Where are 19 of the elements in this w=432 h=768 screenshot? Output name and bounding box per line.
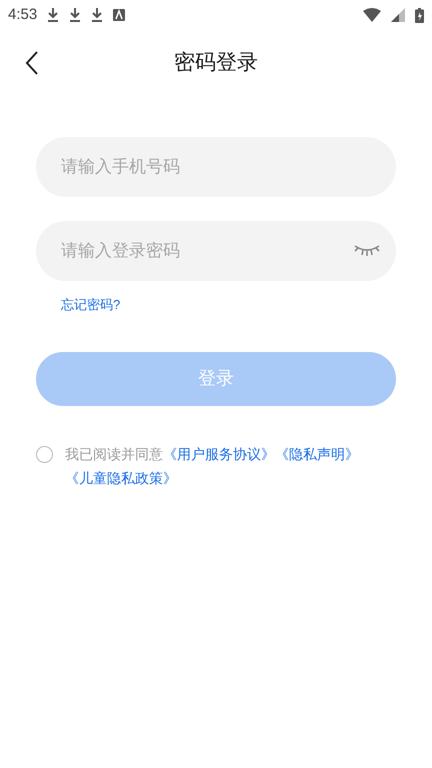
phone-field[interactable]: 请输入手机号码 bbox=[36, 137, 396, 197]
agreement-link[interactable]: 《儿童隐私政策》 bbox=[65, 470, 177, 486]
wifi-icon bbox=[363, 8, 381, 22]
battery-icon bbox=[415, 8, 424, 22]
eye-closed-icon[interactable] bbox=[354, 244, 380, 258]
agreement-link[interactable]: 《隐私声明》 bbox=[275, 446, 359, 462]
forgot-password-link[interactable]: 忘记密码? bbox=[61, 295, 120, 314]
status-time: 4:53 bbox=[8, 4, 38, 25]
app-notification-icon bbox=[113, 9, 126, 21]
back-icon bbox=[25, 51, 39, 75]
password-field[interactable]: 请输入登录密码 bbox=[36, 221, 396, 281]
agreement-link[interactable]: 《用户服务协议》 bbox=[163, 446, 275, 462]
page-title: 密码登录 bbox=[174, 50, 258, 76]
download-icon bbox=[47, 7, 60, 23]
download-icon bbox=[69, 7, 82, 23]
download-icon bbox=[91, 7, 104, 23]
signal-icon bbox=[391, 8, 405, 22]
agreement-checkbox[interactable] bbox=[36, 446, 53, 462]
agreement-text: 我已阅读并同意《用户服务协议》《隐私声明》 《儿童隐私政策》 bbox=[65, 444, 360, 488]
